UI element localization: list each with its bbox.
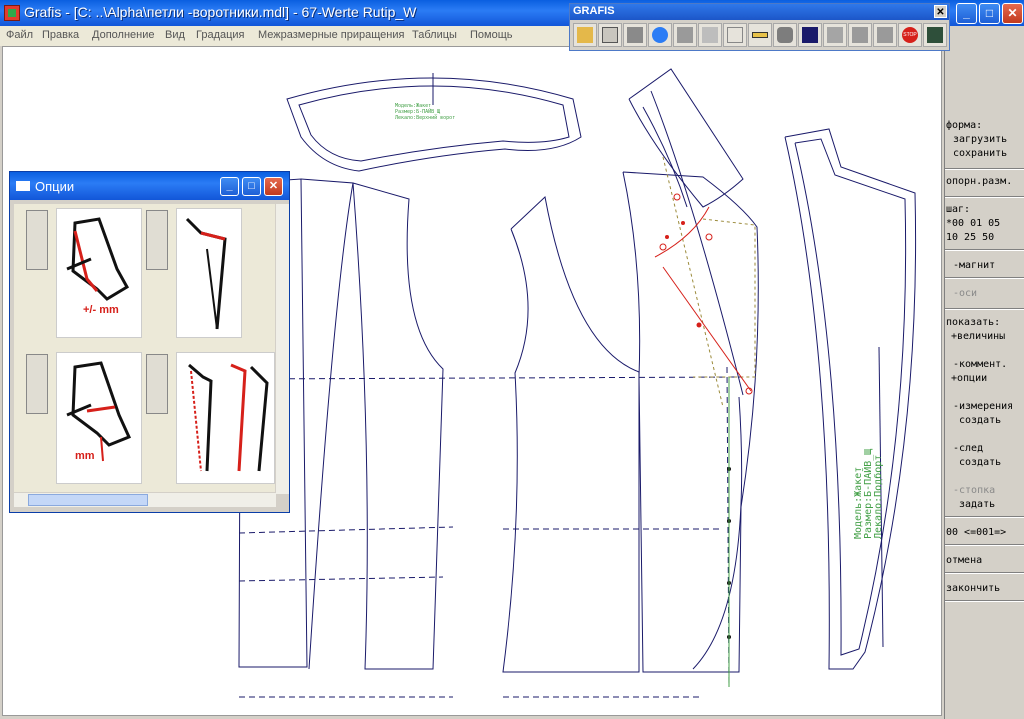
option-selector-4[interactable] (146, 354, 168, 414)
axes-toggle[interactable]: -оси (953, 287, 977, 300)
menu-increments[interactable]: Межразмерные приращения (258, 29, 404, 41)
comments-toggle[interactable]: -коммент. (953, 358, 1007, 371)
toolbar-title-bar: GRAFIS ✕ (570, 4, 949, 20)
trace-create[interactable]: создать (959, 456, 1001, 469)
print-icon[interactable] (673, 23, 697, 47)
window-icon (16, 181, 30, 191)
toolbar-title: GRAFIS (573, 5, 615, 17)
step-label: шаг: (946, 204, 971, 215)
option-collar-allowance[interactable]: +/- mm (56, 208, 142, 338)
save-command[interactable]: сохранить (953, 147, 1007, 160)
facing-label-3: Лекало:Подборт (872, 455, 884, 539)
collar-label-3: Лекало:Верхний ворот (395, 115, 455, 121)
import-icon[interactable] (873, 23, 897, 47)
option-lapel-line[interactable] (176, 208, 242, 338)
side-panel (502, 196, 640, 673)
grafis-toolbar: GRAFIS ✕ STOP (569, 3, 950, 51)
options-title-bar: Опции _ □ ✕ (10, 172, 289, 200)
option-selector-1[interactable] (26, 210, 48, 270)
window-title: Grafis - [C: ..\Alpha\петли -воротники.m… (24, 4, 417, 20)
scroll-thumb[interactable] (28, 494, 148, 506)
layers-icon[interactable] (723, 23, 747, 47)
stop-icon[interactable]: STOP (898, 23, 922, 47)
download-icon[interactable] (848, 23, 872, 47)
app-icon[interactable] (4, 5, 20, 21)
stack-toggle[interactable]: -стопка (953, 484, 995, 497)
menu-addition[interactable]: Дополнение (92, 29, 154, 41)
trace-toggle[interactable]: -след (953, 442, 983, 455)
cancel-command[interactable]: отмена (946, 554, 982, 567)
collar-label-2: Размер:Б-ПАЙВ_Щ (395, 108, 440, 115)
lapel-line-icon (185, 217, 227, 330)
option-selector-2[interactable] (146, 210, 168, 270)
step-row-2[interactable]: 10 25 50 (946, 231, 994, 244)
menu-help[interactable]: Помощь (470, 29, 513, 41)
counter-selector[interactable]: 00 <=001=> (946, 526, 1006, 539)
options-close-button[interactable]: ✕ (264, 177, 283, 196)
minimize-button[interactable]: _ (956, 3, 977, 24)
grading-icon[interactable] (773, 23, 797, 47)
reference-size-command[interactable]: опорн.разм. (946, 175, 1012, 188)
options-content: +/- mm mm (14, 204, 275, 492)
open-folder-icon[interactable] (573, 23, 597, 47)
magnet-toggle[interactable]: -магнит (953, 259, 995, 272)
show-label: показать: (946, 317, 1001, 328)
options-minimize-button[interactable]: _ (220, 177, 239, 196)
options-horizontal-scrollbar[interactable] (14, 493, 276, 507)
edit-icon[interactable] (823, 23, 847, 47)
menu-view[interactable]: Вид (165, 29, 185, 41)
open-file-icon[interactable] (598, 23, 622, 47)
stack-set[interactable]: задать (959, 498, 995, 511)
facing-piece (784, 128, 917, 670)
mm-label: mm (75, 450, 95, 462)
values-toggle[interactable]: +величины (951, 330, 1005, 343)
delete-icon[interactable] (798, 23, 822, 47)
close-button[interactable]: ✕ (1002, 3, 1023, 24)
menu-grading[interactable]: Градация (196, 29, 245, 41)
collar-allowance-icon: +/- mm (66, 217, 130, 316)
measure-toggle[interactable]: -измерения (953, 400, 1013, 413)
finish-command[interactable]: закончить (946, 582, 1000, 595)
option-collar-mm[interactable]: mm (56, 352, 142, 484)
form-label: форма: (946, 120, 983, 131)
collar-mm-icon: mm (66, 361, 132, 462)
toolbar-close-button[interactable]: ✕ (934, 5, 947, 18)
option-front-edge[interactable] (176, 352, 275, 484)
ruler-icon[interactable] (748, 23, 772, 47)
option-selector-3[interactable] (26, 354, 48, 414)
load-command[interactable]: загрузить (953, 133, 1007, 146)
save-icon[interactable] (623, 23, 647, 47)
page-setup-icon[interactable] (698, 23, 722, 47)
collar-piece (286, 77, 582, 172)
zoom-icon[interactable] (648, 23, 672, 47)
side-back-piece (352, 182, 444, 670)
front-edge-icon (188, 363, 269, 472)
maximize-button[interactable]: □ (979, 3, 1000, 24)
options-window: Опции _ □ ✕ +/- mm mm (9, 171, 290, 513)
step-row-1[interactable]: *00 01 05 (946, 217, 1000, 230)
measure-create[interactable]: создать (959, 414, 1001, 427)
command-panel: форма: загрузить сохранить опорн.разм. ш… (944, 46, 1024, 719)
front-piece (622, 171, 759, 673)
menu-file[interactable]: Файл (6, 29, 33, 41)
options-maximize-button[interactable]: □ (242, 177, 261, 196)
options-vertical-scrollbar[interactable] (276, 204, 289, 494)
menu-edit[interactable]: Правка (42, 29, 79, 41)
options-toggle[interactable]: +опции (951, 372, 987, 385)
pm-mm-label: +/- mm (83, 304, 119, 316)
options-title: Опции (35, 179, 75, 194)
calculator-icon[interactable] (923, 23, 947, 47)
menu-tables[interactable]: Таблицы (412, 29, 457, 41)
